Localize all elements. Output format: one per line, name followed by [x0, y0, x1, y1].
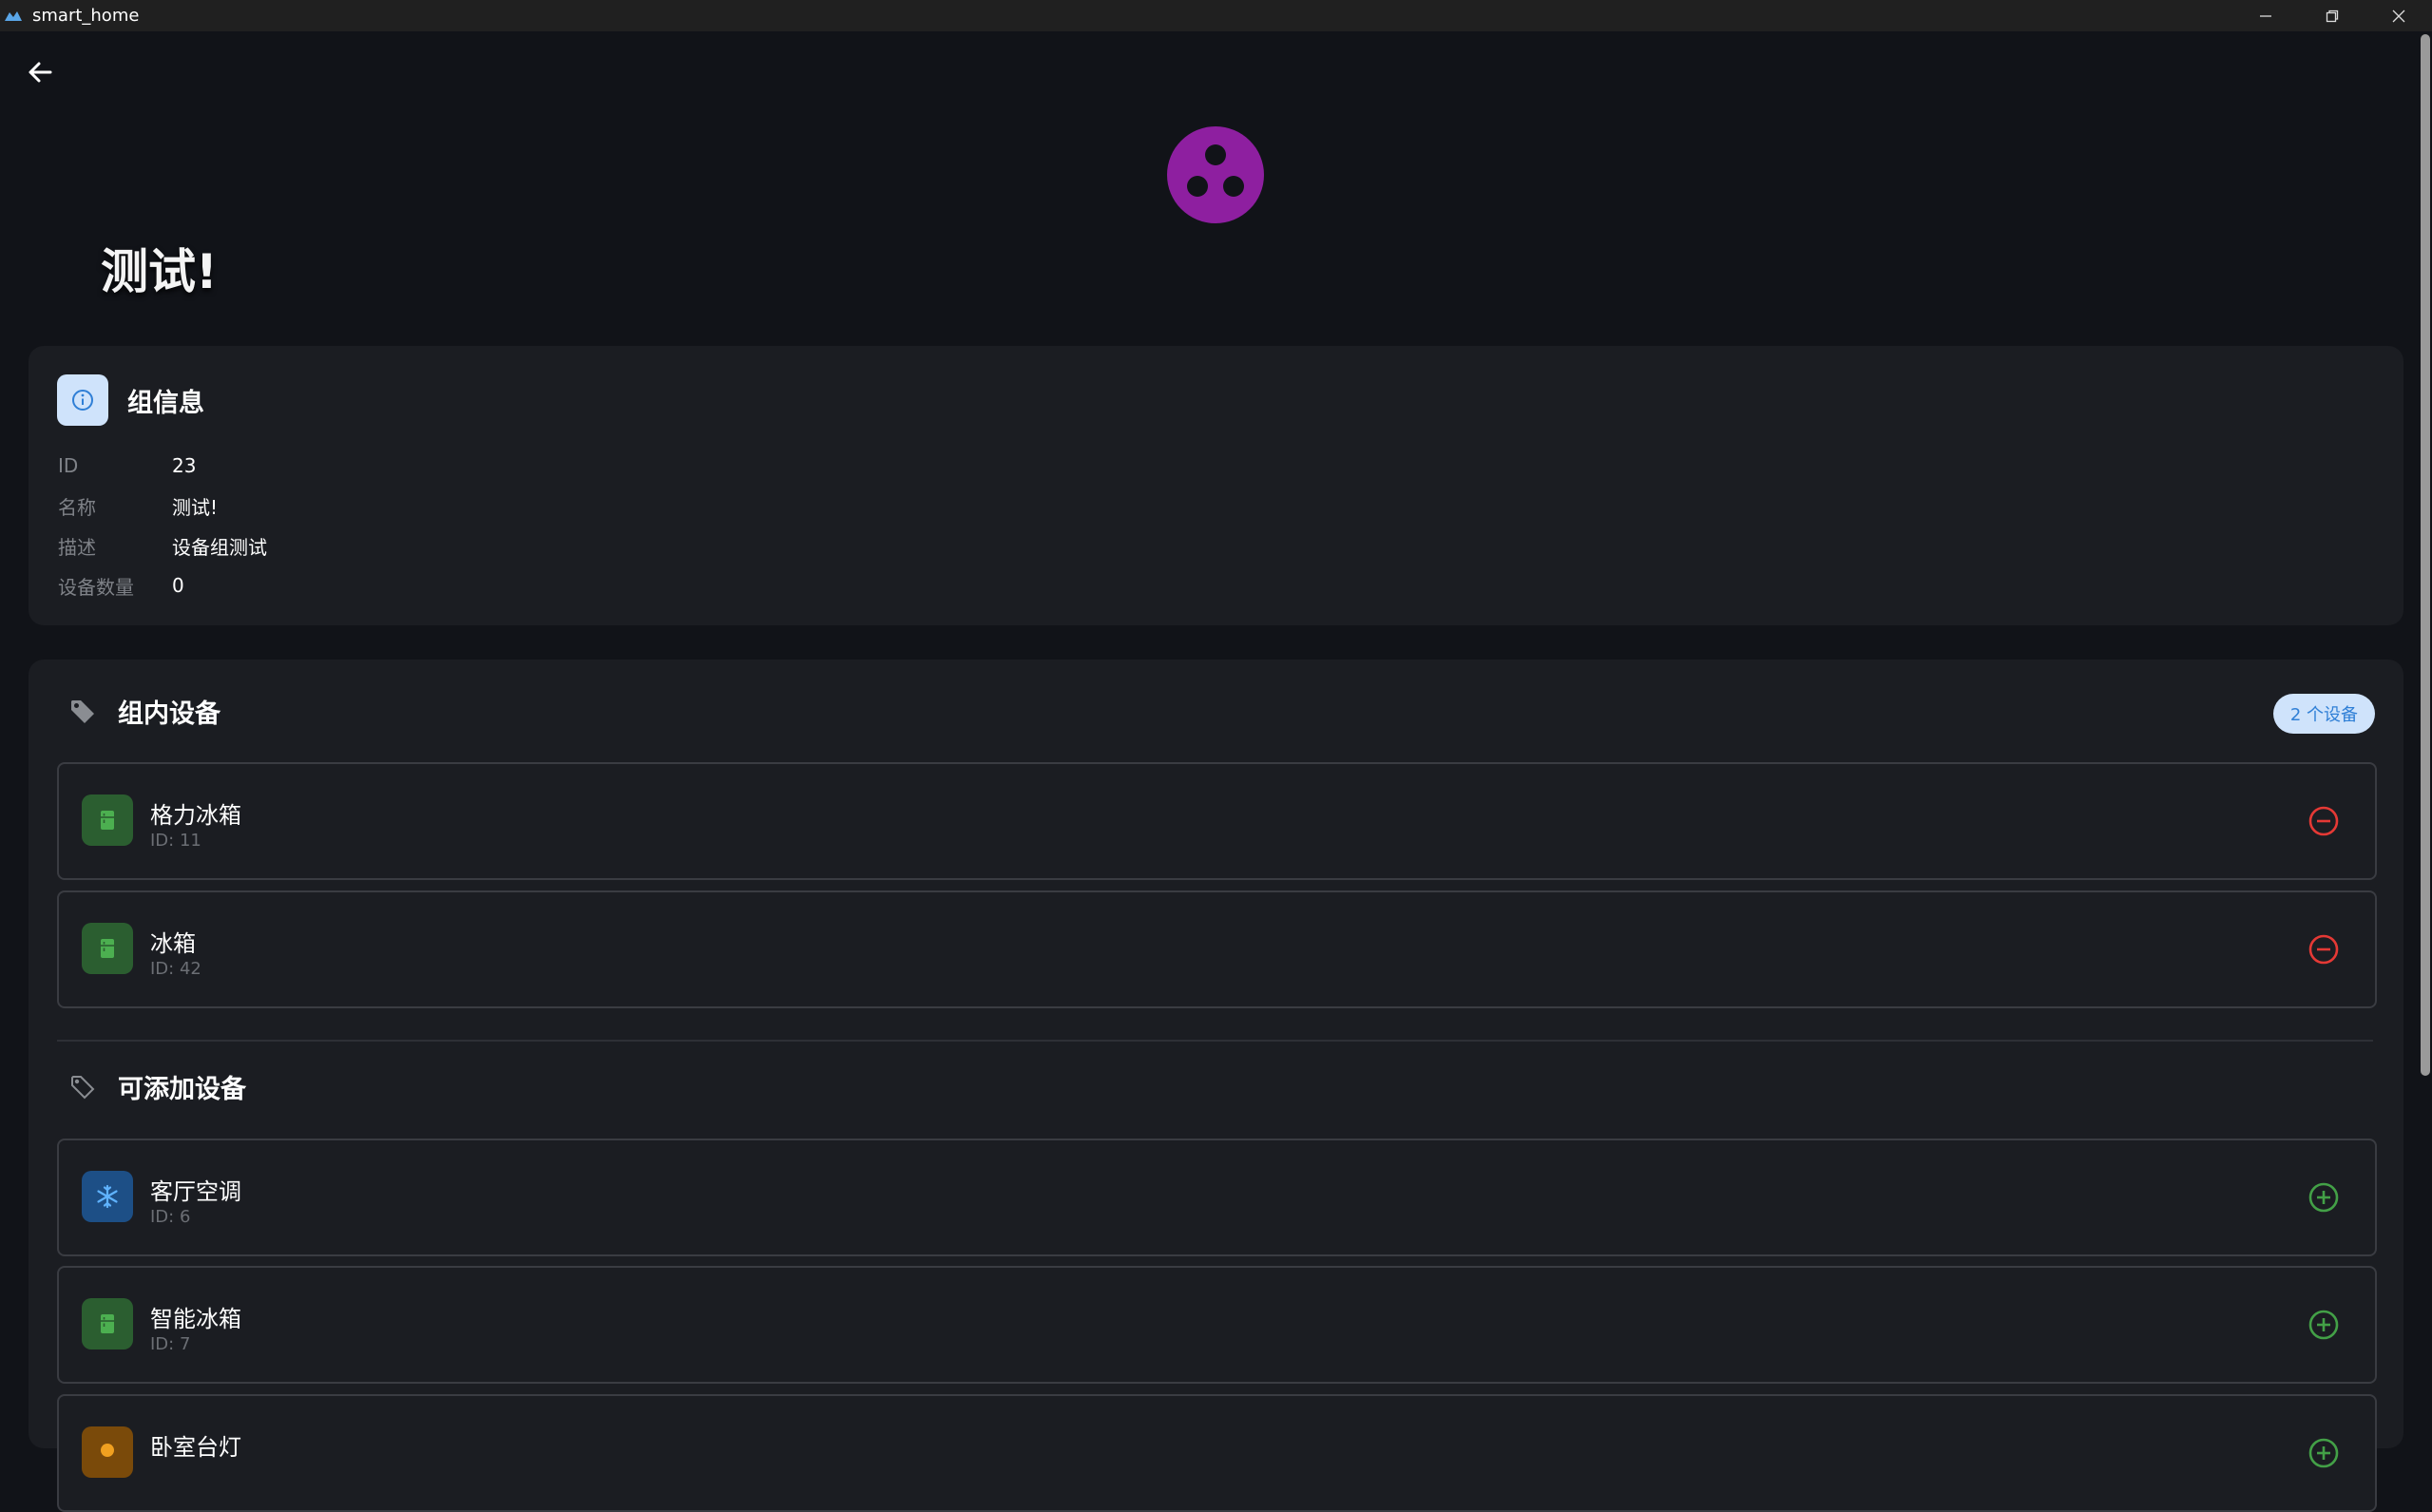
available-devices-title: 可添加设备	[118, 1075, 246, 1104]
available-device-item[interactable]: 卧室台灯	[57, 1394, 2377, 1512]
back-button[interactable]	[21, 53, 59, 91]
lamp-icon	[82, 1426, 133, 1478]
devices-card: 组内设备 2 个设备 格力冰箱 ID: 11 冰箱 ID: 42 可添加设备 客…	[29, 660, 2403, 1512]
info-row-description: 描述 设备组测试	[58, 526, 267, 565]
device-name: 格力冰箱	[150, 802, 241, 829]
snowflake-icon	[82, 1171, 133, 1222]
group-workspaces-icon	[1167, 126, 1264, 223]
info-row-id: ID 23	[58, 446, 267, 486]
info-label: ID	[58, 454, 79, 477]
remove-device-button[interactable]	[2307, 932, 2341, 967]
device-name: 冰箱	[150, 930, 196, 957]
group-device-item[interactable]: 冰箱 ID: 42	[57, 890, 2377, 1008]
device-id: ID: 11	[150, 831, 201, 851]
minimize-button[interactable]	[2232, 0, 2299, 31]
group-device-item[interactable]: 格力冰箱 ID: 11	[57, 762, 2377, 880]
group-info-title: 组信息	[127, 388, 204, 418]
available-devices-header: 可添加设备	[57, 1068, 246, 1105]
group-info-card: 组信息 ID 23 名称 测试! 描述 设备组测试 设备数量 0	[29, 346, 2403, 625]
add-circle-icon	[2308, 1310, 2339, 1340]
window-titlebar: smart_home	[0, 0, 2432, 31]
info-value: 23	[172, 454, 197, 477]
restore-button[interactable]	[2299, 0, 2365, 31]
minimize-icon	[2260, 14, 2271, 17]
available-device-item[interactable]: 智能冰箱 ID: 7	[57, 1266, 2377, 1384]
info-label: 描述	[58, 535, 96, 559]
remove-circle-icon	[2308, 806, 2339, 836]
device-name: 客厅空调	[150, 1178, 241, 1205]
scrollbar-thumb[interactable]	[2421, 34, 2430, 1076]
section-divider	[57, 1040, 2373, 1042]
info-row-name: 名称 测试!	[58, 486, 267, 526]
tag-outline-icon	[67, 1071, 99, 1103]
restore-icon	[2326, 10, 2339, 22]
device-name: 智能冰箱	[150, 1306, 241, 1332]
group-info-grid: ID 23 名称 测试! 描述 设备组测试 设备数量 0	[58, 446, 267, 605]
info-label: 名称	[58, 495, 96, 519]
device-id: ID: 6	[150, 1207, 191, 1227]
add-device-button[interactable]	[2307, 1436, 2341, 1470]
add-device-button[interactable]	[2307, 1308, 2341, 1342]
tag-filled-icon	[67, 696, 99, 728]
info-value: 0	[172, 574, 184, 597]
info-icon	[72, 390, 93, 411]
info-value: 设备组测试	[172, 535, 267, 559]
remove-device-button[interactable]	[2307, 804, 2341, 838]
available-device-item[interactable]: 客厅空调 ID: 6	[57, 1139, 2377, 1256]
fridge-icon	[82, 923, 133, 974]
group-devices-header: 组内设备	[57, 693, 220, 730]
fridge-icon	[82, 794, 133, 846]
add-circle-icon	[2308, 1182, 2339, 1213]
info-icon-box	[57, 374, 108, 426]
device-count-badge: 2 个设备	[2272, 694, 2375, 734]
add-circle-icon	[2308, 1438, 2339, 1468]
remove-circle-icon	[2308, 934, 2339, 965]
device-id: ID: 42	[150, 959, 201, 979]
device-id: ID: 7	[150, 1334, 191, 1354]
info-row-device-count: 设备数量 0	[58, 565, 267, 605]
add-device-button[interactable]	[2307, 1180, 2341, 1215]
info-value: 测试!	[172, 495, 219, 519]
fridge-icon	[82, 1298, 133, 1349]
group-devices-title: 组内设备	[118, 699, 220, 729]
group-info-header: 组信息	[57, 374, 204, 426]
page-title: 测试!	[101, 244, 218, 299]
window-title: smart_home	[32, 6, 140, 26]
info-label: 设备数量	[58, 575, 134, 599]
close-window-button[interactable]	[2365, 0, 2432, 31]
arrow-left-icon	[29, 62, 52, 83]
app-logo-icon	[5, 10, 22, 21]
close-icon	[2392, 10, 2405, 22]
